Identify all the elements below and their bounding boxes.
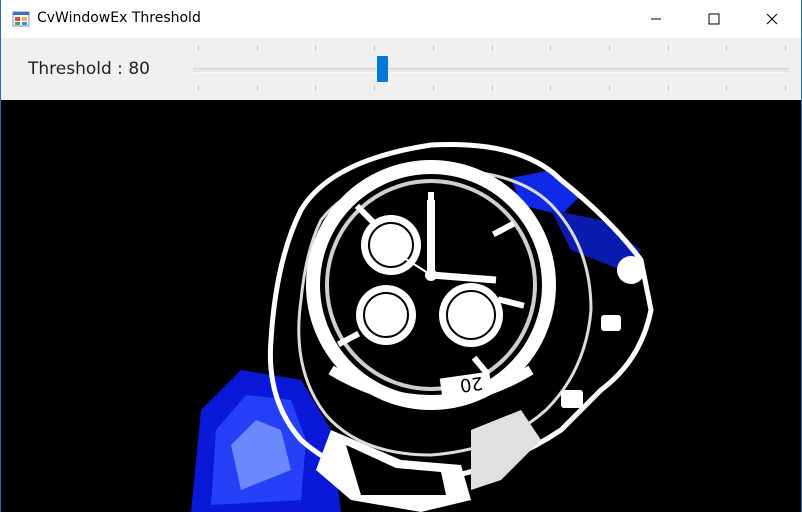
close-icon (766, 13, 778, 25)
slider-tick (609, 46, 610, 50)
slider-tick (550, 46, 551, 50)
minimize-icon (651, 18, 661, 20)
slider-tick (785, 86, 786, 90)
maximize-button[interactable] (685, 0, 743, 38)
slider-track[interactable] (193, 68, 789, 73)
slider-tick (492, 46, 493, 50)
slider-tick (198, 46, 199, 50)
slider-tick (257, 46, 258, 50)
slider-tick (785, 46, 786, 50)
slider-tick (668, 46, 669, 50)
thresholded-watch-image: 20 (1, 100, 801, 512)
threshold-label: Threshold : 80 (28, 59, 150, 79)
slider-tick (374, 46, 375, 50)
slider-tick (433, 46, 434, 50)
title-bar[interactable]: CvWindowEx Threshold (1, 0, 801, 38)
app-icon (12, 11, 30, 27)
window-title: CvWindowEx Threshold (37, 10, 201, 26)
app-window: CvWindowEx Threshold Threshold : 80 20 (0, 0, 802, 512)
slider-tick (492, 86, 493, 90)
slider-tick (198, 86, 199, 90)
slider-tick (668, 86, 669, 90)
slider-tick (550, 86, 551, 90)
slider-tick (374, 86, 375, 90)
threshold-slider[interactable] (191, 44, 793, 92)
slider-tick (726, 86, 727, 90)
maximize-icon (708, 13, 720, 25)
slider-tick (726, 46, 727, 50)
slider-thumb[interactable] (377, 56, 389, 82)
slider-tick (315, 86, 316, 90)
slider-tick (257, 86, 258, 90)
slider-tick (315, 46, 316, 50)
slider-tick (609, 86, 610, 90)
svg-text:20: 20 (458, 372, 484, 396)
minimize-button[interactable] (627, 0, 685, 38)
image-display: 20 (1, 100, 801, 512)
slider-tick (433, 86, 434, 90)
close-button[interactable] (743, 0, 801, 38)
threshold-toolbar: Threshold : 80 (1, 38, 801, 100)
